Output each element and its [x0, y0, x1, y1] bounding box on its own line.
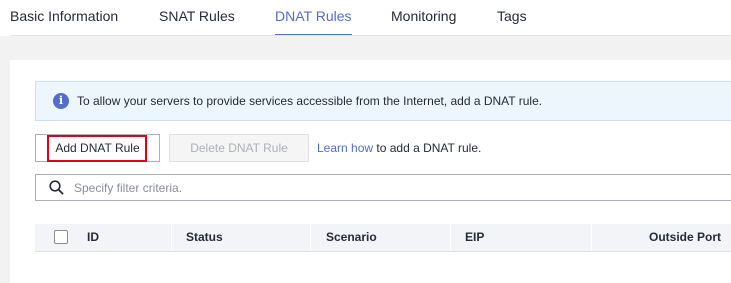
tab-bar: Basic Information SNAT Rules DNAT Rules … [0, 0, 731, 36]
column-divider [171, 224, 172, 251]
column-divider [310, 224, 311, 251]
delete-dnat-rule-button[interactable]: Delete DNAT Rule [169, 134, 309, 162]
tab-tags[interactable]: Tags [497, 0, 527, 36]
column-header-outside-port[interactable]: Outside Port [649, 224, 721, 251]
tab-dnat-rules[interactable]: DNAT Rules [275, 0, 352, 36]
info-icon: i [53, 93, 69, 109]
search-box[interactable] [35, 174, 731, 201]
info-banner: i To allow your servers to provide servi… [35, 81, 731, 121]
add-dnat-rule-button[interactable]: Add DNAT Rule [35, 134, 160, 162]
table-header: ID Status Scenario EIP Outside Port [35, 224, 731, 252]
select-all-checkbox[interactable] [54, 230, 68, 244]
column-header-scenario[interactable]: Scenario [326, 224, 377, 251]
learn-how-suffix: to add a DNAT rule. [373, 141, 482, 155]
dnat-rules-page: Basic Information SNAT Rules DNAT Rules … [0, 0, 731, 283]
search-icon [49, 180, 64, 195]
tab-monitoring[interactable]: Monitoring [391, 0, 456, 36]
column-header-status[interactable]: Status [186, 224, 223, 251]
learn-how-link[interactable]: Learn how [317, 141, 373, 155]
learn-how-row: Learn how to add a DNAT rule. [317, 140, 481, 156]
tab-basic-information[interactable]: Basic Information [10, 0, 118, 36]
info-banner-text: To allow your servers to provide service… [77, 94, 543, 108]
column-header-id[interactable]: ID [87, 224, 99, 251]
column-divider [450, 224, 451, 251]
search-input[interactable] [74, 177, 674, 198]
tab-snat-rules[interactable]: SNAT Rules [159, 0, 235, 36]
column-divider [591, 224, 592, 251]
column-header-eip[interactable]: EIP [465, 224, 484, 251]
